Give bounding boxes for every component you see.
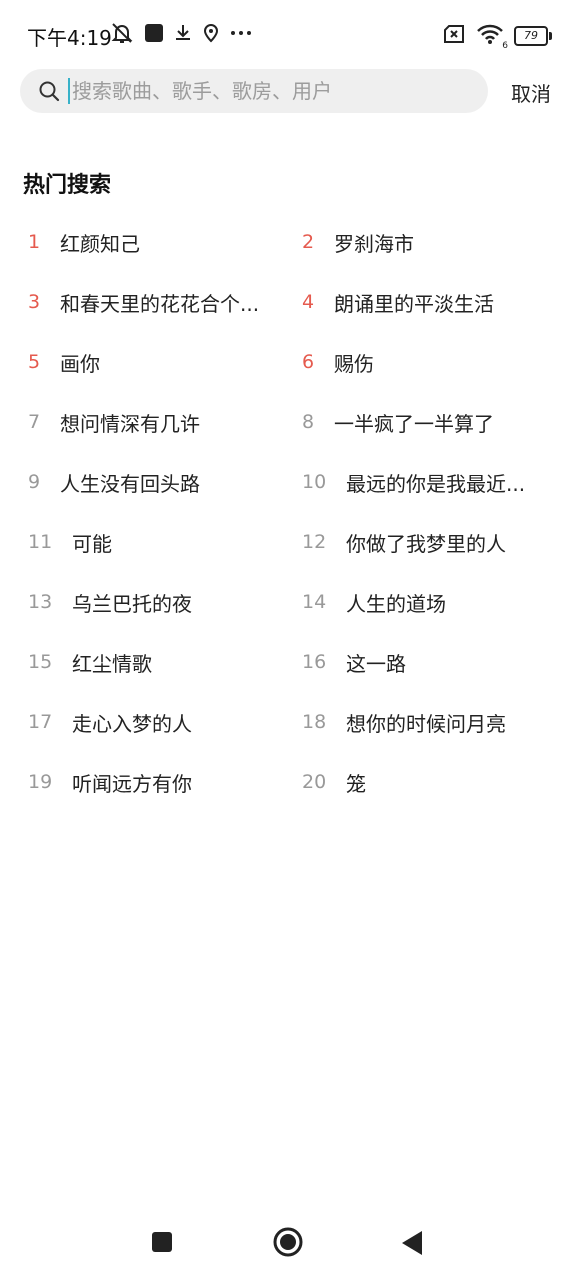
hot-search-item[interactable]: 19 听闻远方有你 — [28, 752, 302, 812]
no-sim-icon — [442, 24, 466, 48]
song-title: 人生的道场 — [346, 591, 446, 616]
mute-bell-icon — [110, 21, 134, 49]
song-title: 乌兰巴托的夜 — [72, 591, 192, 616]
rank-number: 7 — [28, 411, 41, 433]
rank-number: 19 — [28, 771, 53, 793]
search-input[interactable] — [72, 79, 452, 103]
hot-search-item[interactable]: 9 人生没有回头路 — [28, 452, 302, 512]
hot-search-item[interactable]: 18 想你的时候问月亮 — [302, 692, 576, 752]
status-icons-left — [110, 22, 252, 48]
search-icon — [39, 81, 60, 102]
rank-number: 15 — [28, 651, 53, 673]
status-icons-right: 6 79 — [442, 23, 552, 51]
rank-number: 6 — [302, 351, 315, 373]
hot-search-item[interactable]: 15 红尘情歌 — [28, 632, 302, 692]
hot-search-list: 1 红颜知己 2 罗刹海市 3 和春天里的花花合个... 4 朗诵里的平淡生活 5 画你 … — [0, 212, 576, 812]
song-title: 你做了我梦里的人 — [346, 531, 506, 556]
song-title: 赐伤 — [334, 351, 374, 376]
rank-number: 11 — [28, 531, 53, 553]
download-icon — [174, 23, 192, 47]
rank-number: 1 — [28, 231, 41, 253]
hot-search-item[interactable]: 10 最远的你是我最近... — [302, 452, 576, 512]
song-title: 想问情深有几许 — [60, 411, 200, 436]
wifi-badge: 6 — [502, 41, 508, 51]
hot-search-item[interactable]: 3 和春天里的花花合个... — [28, 272, 302, 332]
rank-number: 8 — [302, 411, 315, 433]
song-title: 红颜知己 — [60, 231, 140, 256]
rank-number: 14 — [302, 591, 327, 613]
song-title: 最远的你是我最近... — [346, 471, 526, 496]
wifi-icon: 6 — [476, 23, 508, 51]
home-circle-icon[interactable] — [272, 1226, 304, 1262]
rank-number: 12 — [302, 531, 327, 553]
song-title: 这一路 — [346, 651, 406, 676]
square-app-icon — [144, 23, 164, 47]
hot-search-item[interactable]: 4 朗诵里的平淡生活 — [302, 272, 576, 332]
rank-number: 3 — [28, 291, 41, 313]
rank-number: 4 — [302, 291, 315, 313]
hot-search-item[interactable]: 13 乌兰巴托的夜 — [28, 572, 302, 632]
more-dots-icon — [230, 23, 252, 47]
cancel-button[interactable]: 取消 — [511, 78, 551, 107]
hot-search-item[interactable]: 11 可能 — [28, 512, 302, 572]
song-title: 想你的时候问月亮 — [346, 711, 506, 736]
rank-number: 17 — [28, 711, 53, 733]
song-title: 朗诵里的平淡生活 — [334, 291, 494, 316]
hot-search-item[interactable]: 1 红颜知己 — [28, 212, 302, 272]
song-title: 听闻远方有你 — [72, 771, 192, 796]
rank-number: 9 — [28, 471, 41, 493]
song-title: 可能 — [72, 531, 112, 556]
rank-number: 13 — [28, 591, 53, 613]
battery-icon: 79 — [514, 26, 552, 46]
rank-number: 5 — [28, 351, 41, 373]
recents-square-icon[interactable] — [150, 1230, 174, 1258]
song-title: 走心入梦的人 — [72, 711, 192, 736]
rank-number: 2 — [302, 231, 315, 253]
hot-search-item[interactable]: 12 你做了我梦里的人 — [302, 512, 576, 572]
hot-search-item[interactable]: 17 走心入梦的人 — [28, 692, 302, 752]
hot-search-item[interactable]: 2 罗刹海市 — [302, 212, 576, 272]
song-title: 人生没有回头路 — [60, 471, 200, 496]
status-bar: 下午4:19 6 79 — [0, 0, 576, 70]
hot-search-title: 热门搜索 — [23, 173, 112, 198]
search-bar[interactable] — [20, 69, 488, 113]
song-title: 罗刹海市 — [334, 231, 414, 256]
song-title: 一半疯了一半算了 — [334, 411, 494, 436]
hot-search-item[interactable]: 20 笼 — [302, 752, 576, 812]
hot-search-item[interactable]: 14 人生的道场 — [302, 572, 576, 632]
song-title: 笼 — [346, 771, 366, 796]
hot-search-item[interactable]: 8 一半疯了一半算了 — [302, 392, 576, 452]
location-icon — [202, 23, 220, 47]
rank-number: 10 — [302, 471, 327, 493]
text-cursor — [68, 78, 70, 104]
hot-search-item[interactable]: 6 赐伤 — [302, 332, 576, 392]
hot-search-item[interactable]: 16 这一路 — [302, 632, 576, 692]
hot-search-item[interactable]: 5 画你 — [28, 332, 302, 392]
rank-number: 20 — [302, 771, 327, 793]
rank-number: 18 — [302, 711, 327, 733]
navigation-bar — [0, 1210, 576, 1280]
song-title: 画你 — [60, 351, 100, 376]
status-time: 下午4:19 — [27, 26, 112, 50]
song-title: 红尘情歌 — [72, 651, 152, 676]
rank-number: 16 — [302, 651, 327, 673]
song-title: 和春天里的花花合个... — [60, 291, 260, 316]
hot-search-item[interactable]: 7 想问情深有几许 — [28, 392, 302, 452]
back-triangle-icon[interactable] — [400, 1230, 424, 1260]
